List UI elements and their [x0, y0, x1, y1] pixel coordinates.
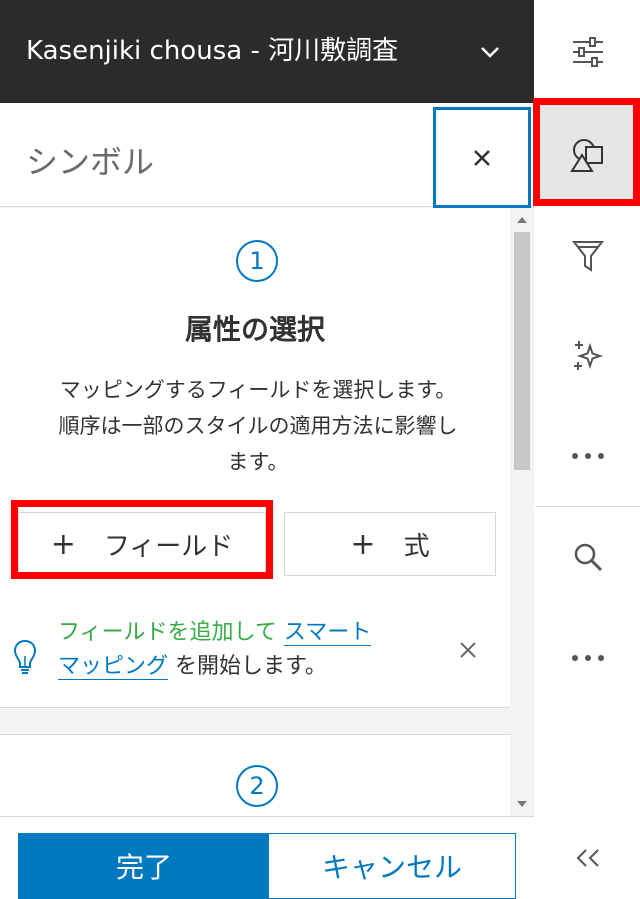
panel-footer: 完了 キャンセル [0, 816, 534, 899]
hint-text: フィールドを追加して スマート マッピング を開始します。 [58, 616, 438, 684]
more-icon [571, 453, 604, 459]
properties-tool[interactable] [535, 0, 640, 103]
step-description: マッピングするフィールドを選択します。 順序は一部のスタイルの適用方法に影響し … [8, 372, 508, 480]
collapse-icon [576, 848, 599, 867]
add-expression-label: 式 [403, 531, 430, 562]
right-toolbar [535, 0, 640, 899]
layer-title: Kasenjiki chousa - 河川敷調査 [26, 36, 399, 66]
desc-line: ます。 [227, 450, 289, 474]
layer-titlebar[interactable]: Kasenjiki chousa - 河川敷調査 [0, 0, 534, 103]
plus-icon: + [50, 526, 76, 562]
symbol-tool[interactable] [535, 103, 640, 206]
plus-icon: + [350, 526, 376, 562]
panel-header: シンボル [0, 103, 534, 208]
desc-line: マッピングするフィールドを選択します。 [59, 378, 457, 402]
lightbulb-icon [12, 638, 38, 681]
smart-mapping-hint: フィールドを追加して スマート マッピング を開始します。 [0, 608, 510, 708]
more-tools-button-2[interactable] [535, 608, 640, 708]
desc-line: 順序は一部のスタイルの適用方法に影響し [58, 414, 458, 438]
scrollbar[interactable] [510, 208, 534, 816]
sparkle-icon [573, 341, 603, 370]
search-tool[interactable] [535, 506, 640, 608]
effects-tool[interactable] [535, 306, 640, 406]
collapse-button[interactable] [535, 816, 640, 899]
scroll-down-icon[interactable] [516, 796, 528, 814]
shapes-icon [569, 138, 603, 172]
filter-icon [571, 241, 604, 272]
step-card-1: 1 属性の選択 マッピングするフィールドを選択します。 順序は一部のスタイルの適… [0, 208, 510, 708]
panel-scroll-area[interactable]: 1 属性の選択 マッピングするフィールドを選択します。 順序は一部のスタイルの適… [0, 208, 534, 816]
filter-tool[interactable] [535, 206, 640, 306]
scroll-up-icon[interactable] [516, 212, 528, 230]
step-heading: 属性の選択 [184, 313, 325, 346]
step-number-1: 1 [236, 240, 278, 282]
dismiss-hint-icon[interactable] [456, 638, 480, 667]
mapping-link[interactable]: マッピング [58, 654, 169, 680]
symbol-panel: Kasenjiki chousa - 河川敷調査 シンボル 1 属性の選択 マッ… [0, 0, 534, 899]
panel-title: シンボル [26, 143, 155, 181]
more-icon [571, 655, 604, 661]
sliders-icon [572, 36, 603, 67]
hint-text-part: フィールドを追加して [58, 620, 277, 645]
step-card-2: 2 [0, 734, 510, 816]
step-number-2: 2 [236, 765, 278, 807]
close-button[interactable] [433, 107, 531, 208]
search-icon [574, 543, 602, 572]
scrollbar-thumb[interactable] [514, 232, 530, 470]
close-icon [474, 149, 490, 166]
add-field-button[interactable]: + フィールド [18, 512, 266, 576]
add-expression-button[interactable]: + 式 [284, 512, 496, 576]
done-button[interactable]: 完了 [18, 833, 270, 899]
smart-link[interactable]: スマート [283, 620, 372, 646]
cancel-button[interactable]: キャンセル [268, 833, 516, 899]
hint-text-part: を開始します。 [175, 654, 327, 679]
more-tools-button[interactable] [535, 406, 640, 506]
add-field-label: フィールド [103, 531, 234, 562]
chevron-down-icon[interactable] [476, 38, 504, 66]
